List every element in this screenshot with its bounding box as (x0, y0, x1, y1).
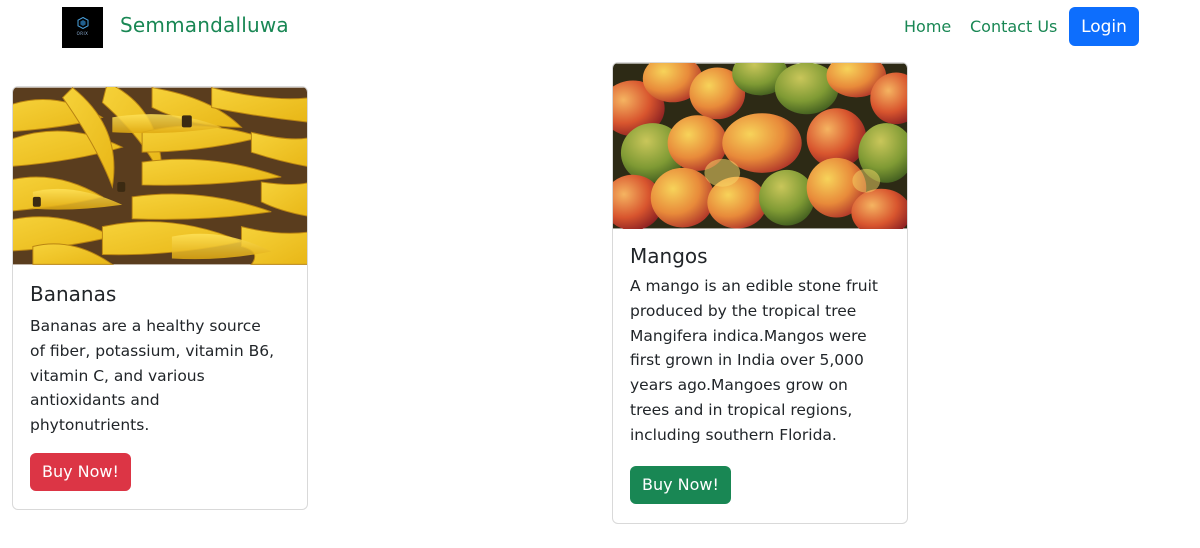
buy-now-button[interactable]: Buy Now! (30, 452, 131, 491)
card-description-line: Bananas are a healthy source (30, 317, 261, 335)
card-description-line: produced by the tropical tree (630, 301, 857, 320)
card-description-line: years ago.Mangoes grow on (630, 376, 848, 395)
bananas-image (13, 87, 307, 265)
logo-text: ORIX (76, 31, 89, 36)
card-description-line: antioxidants and (30, 391, 160, 410)
nav-link-contact[interactable]: Contact Us (970, 17, 1057, 36)
card-description-line: vitamin C, and various (30, 366, 205, 385)
navbar: ORIX Semmandalluwa Home Contact Us Login (0, 0, 1200, 56)
card-description-line: A mango is an edible stone fruit (630, 277, 879, 295)
card-description-line: of fiber, potassium, vitamin B6, (30, 341, 274, 360)
card-title: Bananas (30, 282, 117, 306)
card-description: A mango is an edible stone fruit produce… (630, 274, 890, 448)
card-body: Bananas Bananas are a healthy source of … (13, 282, 307, 491)
nav-link-home[interactable]: Home (904, 17, 951, 36)
hexagon-logo-icon (77, 17, 88, 29)
buy-now-button[interactable]: Buy Now! (630, 465, 731, 504)
card-description-line: phytonutrients. (30, 416, 150, 435)
mangos-image (613, 63, 907, 229)
brand-name[interactable]: Semmandalluwa (120, 13, 289, 37)
card-description-line: Mangifera indica.Mangos were (630, 326, 867, 345)
login-button[interactable]: Login (1069, 7, 1139, 46)
card-title: Mangos (630, 244, 708, 268)
card-description-line: including southern Florida. (630, 425, 837, 444)
card-description: Bananas are a healthy source of fiber, p… (30, 314, 290, 438)
brand-logo[interactable]: ORIX (62, 7, 103, 48)
product-card-bananas: Bananas Bananas are a healthy source of … (12, 86, 308, 510)
card-body: Mangos A mango is an edible stone fruit … (613, 244, 907, 504)
product-card-mangos: Mangos A mango is an edible stone fruit … (612, 62, 908, 524)
card-description-line: first grown in India over 5,000 (630, 351, 864, 370)
card-description-line: trees and in tropical regions, (630, 400, 853, 419)
